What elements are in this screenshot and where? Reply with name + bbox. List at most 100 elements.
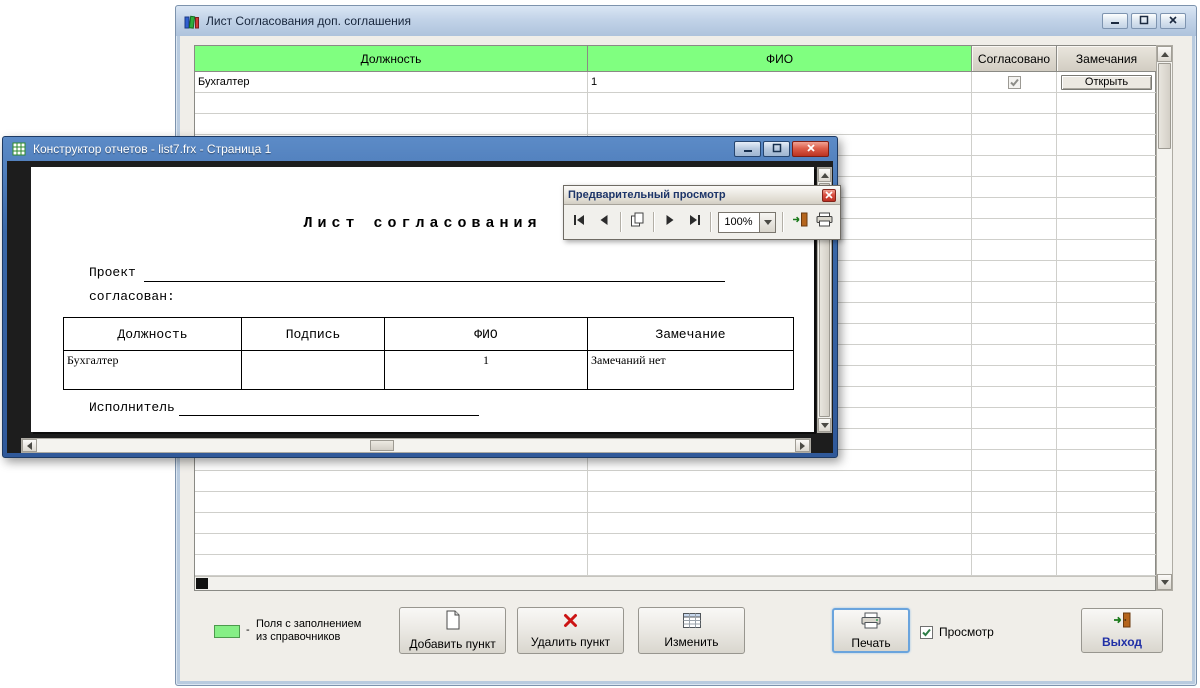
- books-icon: [184, 13, 200, 29]
- grid-hscroll-thumb[interactable]: [196, 578, 208, 589]
- table-row-empty[interactable]: [195, 513, 1155, 534]
- maximize-button[interactable]: [1131, 13, 1157, 29]
- table-cell-empty: [972, 471, 1057, 492]
- print-button[interactable]: Печать: [832, 608, 910, 653]
- table-cell-empty: [972, 240, 1057, 261]
- agreed-checkbox[interactable]: [1008, 76, 1021, 89]
- grid-vscroll-thumb[interactable]: [1158, 63, 1171, 149]
- table-cell-empty: [1057, 240, 1157, 261]
- next-page-button[interactable]: [659, 210, 682, 234]
- table-cell-empty: [972, 198, 1057, 219]
- add-item-label: Добавить пункт: [409, 637, 495, 651]
- close-preview-button[interactable]: [788, 210, 811, 234]
- minimize-button[interactable]: [1102, 13, 1128, 29]
- pages-button[interactable]: [626, 210, 649, 234]
- preview-toolbar-titlebar[interactable]: Предварительный просмотр: [564, 186, 840, 205]
- zoom-dropdown-button[interactable]: [759, 213, 775, 232]
- arrow-up-icon: [1161, 52, 1169, 57]
- scroll-up-button[interactable]: [1157, 46, 1172, 62]
- table-row[interactable]: Бухгалтер 1 Открыть: [195, 72, 1155, 93]
- table-row-empty[interactable]: [195, 471, 1155, 492]
- close-icon: [806, 140, 816, 158]
- table-cell-empty: [972, 387, 1057, 408]
- table-cell-empty: [972, 345, 1057, 366]
- table-cell-empty: [195, 114, 588, 135]
- designer-close-button[interactable]: [792, 141, 829, 157]
- table-row-empty[interactable]: [195, 93, 1155, 114]
- edit-item-button[interactable]: Изменить: [638, 607, 745, 654]
- first-page-button[interactable]: [568, 210, 591, 234]
- table-row-empty[interactable]: [195, 555, 1155, 576]
- cell-position[interactable]: Бухгалтер: [195, 72, 588, 93]
- executor-label: Исполнитель: [89, 400, 175, 415]
- table-row-empty[interactable]: [195, 492, 1155, 513]
- designer-minimize-button[interactable]: [734, 141, 761, 157]
- main-window-titlebar[interactable]: Лист Согласования доп. соглашения: [176, 6, 1196, 36]
- grid-horizontal-scrollbar[interactable]: [195, 576, 1155, 590]
- close-icon: [1168, 12, 1178, 30]
- print-report-button[interactable]: [813, 210, 836, 234]
- table-cell-empty: [195, 555, 588, 576]
- printer-icon: [861, 612, 881, 632]
- new-document-icon: [445, 610, 461, 633]
- delete-item-button[interactable]: Удалить пункт: [517, 607, 624, 654]
- open-note-button[interactable]: Открыть: [1061, 75, 1152, 90]
- cell-fio[interactable]: 1: [588, 72, 972, 93]
- zoom-value[interactable]: 100%: [719, 213, 759, 232]
- column-header-fio[interactable]: ФИО: [588, 46, 972, 72]
- table-cell-empty: [972, 555, 1057, 576]
- table-cell-empty: [588, 555, 972, 576]
- scroll-down-button[interactable]: [818, 418, 831, 432]
- table-cell-empty: [1057, 282, 1157, 303]
- table-cell-empty: [972, 534, 1057, 555]
- delete-item-label: Удалить пункт: [531, 635, 610, 649]
- table-row-empty[interactable]: [195, 114, 1155, 135]
- legend-line2: из справочников: [256, 631, 361, 644]
- table-cell-empty: [195, 492, 588, 513]
- preview-toolbar-buttons: 100%: [564, 205, 840, 239]
- table-cell-empty: [588, 93, 972, 114]
- zoom-combobox[interactable]: 100%: [718, 212, 776, 233]
- designer-horizontal-scrollbar[interactable]: [21, 438, 811, 453]
- first-page-icon: [573, 213, 586, 231]
- printer-icon: [816, 212, 833, 232]
- exit-button[interactable]: Выход: [1081, 608, 1163, 653]
- add-item-button[interactable]: Добавить пункт: [399, 607, 506, 654]
- table-cell-empty: [972, 282, 1057, 303]
- maximize-icon: [1139, 12, 1149, 30]
- cell-agreed: [972, 72, 1057, 93]
- agreed-label: согласован:: [89, 289, 175, 304]
- table-cell-empty: [1057, 114, 1157, 135]
- report-col-fio: ФИО: [385, 318, 588, 351]
- table-cell-empty: [972, 408, 1057, 429]
- column-header-agreed[interactable]: Согласовано: [972, 46, 1057, 72]
- column-header-position[interactable]: Должность: [195, 46, 588, 72]
- desktop: Лист Согласования доп. соглашения: [0, 0, 1200, 688]
- designer-hscroll-thumb[interactable]: [370, 440, 394, 451]
- table-cell-empty: [972, 450, 1057, 471]
- grid-vertical-scrollbar[interactable]: [1156, 45, 1173, 591]
- table-cell-empty: [195, 93, 588, 114]
- table-cell-empty: [972, 177, 1057, 198]
- table-row-empty[interactable]: [195, 534, 1155, 555]
- close-button[interactable]: [1160, 13, 1186, 29]
- scroll-down-button[interactable]: [1157, 574, 1172, 590]
- designer-titlebar[interactable]: Конструктор отчетов - list7.frx - Страни…: [3, 137, 837, 161]
- scroll-right-button[interactable]: [795, 439, 810, 452]
- preview-checkbox-label[interactable]: Просмотр: [939, 625, 994, 639]
- last-page-button[interactable]: [683, 210, 706, 234]
- preview-checkbox[interactable]: [920, 626, 933, 639]
- previous-page-button[interactable]: [592, 210, 615, 234]
- table-cell-empty: [972, 366, 1057, 387]
- table-cell-empty: [972, 429, 1057, 450]
- table-cell-empty: [972, 219, 1057, 240]
- table-cell-empty: [1057, 555, 1157, 576]
- designer-maximize-button[interactable]: [763, 141, 790, 157]
- scroll-up-button[interactable]: [818, 168, 831, 182]
- preview-close-button[interactable]: [822, 189, 836, 202]
- report-cell-fio: 1: [385, 351, 588, 389]
- arrow-right-icon: [800, 442, 805, 450]
- scroll-left-button[interactable]: [22, 439, 37, 452]
- column-header-notes[interactable]: Замечания: [1057, 46, 1157, 72]
- toolbar-separator: [782, 212, 784, 232]
